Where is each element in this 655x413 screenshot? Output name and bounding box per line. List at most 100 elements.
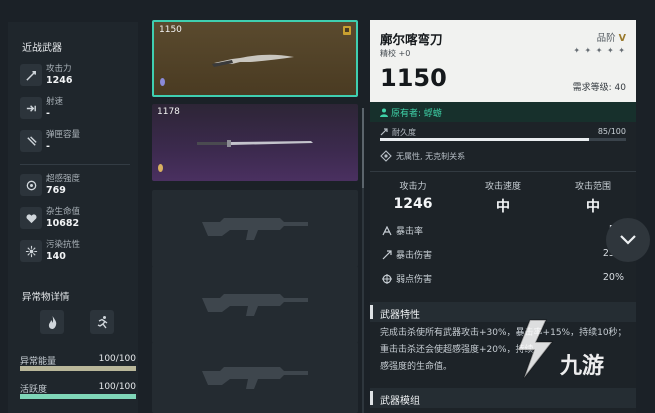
sub-stat-weakpoint-damage: 弱点伤害 20% xyxy=(370,268,636,290)
section-title: 武器特性 xyxy=(380,310,420,321)
element-text: 无属性, 无克制关系 xyxy=(396,152,466,161)
stat-label: 弹匣容量 xyxy=(46,130,81,140)
element-info: 无属性, 无克制关系 xyxy=(380,150,465,166)
weapon-power: 1150 xyxy=(159,25,182,35)
stat-label: 杂生命值 xyxy=(46,207,81,217)
required-level: 需求等级: 40 xyxy=(572,83,626,93)
stat-pollution: 污染抗性 140 xyxy=(20,238,138,266)
original-owner-bar: 原有者: 蜉蝣 xyxy=(370,102,636,122)
stat-label: 污染抗性 xyxy=(46,240,81,250)
traits-description-tail: 感强度的生命值。 xyxy=(380,362,453,372)
refine-level: 精校 +0 xyxy=(380,49,411,58)
heart-icon xyxy=(20,207,42,229)
weapon-power: 1178 xyxy=(157,107,180,117)
quality-grade: 品阶 V xyxy=(597,30,626,44)
person-icon xyxy=(380,108,388,117)
section-marker xyxy=(370,391,373,405)
fire-rate-icon xyxy=(20,97,42,119)
weapon-list: 1150 1178 xyxy=(152,20,358,413)
divider xyxy=(370,171,636,172)
section-title: 武器模组 xyxy=(380,396,420,407)
flame-icon[interactable] xyxy=(40,310,64,334)
stat-attack: 攻击力 1246 xyxy=(20,62,138,90)
stat-value: 10682 xyxy=(46,218,80,229)
divider xyxy=(20,164,130,165)
crit-damage-icon xyxy=(382,250,392,260)
main-stat-label: 攻击速度 xyxy=(484,182,521,192)
running-figure-icon[interactable] xyxy=(90,310,114,334)
element-icon xyxy=(380,150,392,162)
sub-stat-crit-rate: 暴击率 5% xyxy=(370,220,636,242)
sense-icon xyxy=(20,174,42,196)
weapon-card-locked[interactable] xyxy=(152,266,358,343)
rifle-silhouette-image xyxy=(202,217,308,240)
attack-icon xyxy=(20,64,42,86)
watermark-text: 九游 xyxy=(560,354,605,379)
durability-fill xyxy=(380,138,590,141)
stat-value: 1246 xyxy=(46,75,73,86)
stat-label: 超感强度 xyxy=(46,174,81,184)
weapon-stats-panel: 近战武器 攻击力 1246 射速 - 弹匣容量 - 超感强度 769 杂生命值 … xyxy=(8,22,138,413)
weakpoint-icon xyxy=(382,274,392,284)
stat-label: 射速 xyxy=(46,97,64,107)
rifle-silhouette-image xyxy=(202,293,308,316)
katana-image xyxy=(197,139,313,147)
weapon-name: 廓尔喀弯刀 xyxy=(380,32,443,47)
original-owner: 原有者: 蜉蝣 xyxy=(380,106,442,119)
bar-track xyxy=(20,394,136,399)
durability-bar xyxy=(380,138,626,141)
stat-value: - xyxy=(46,141,50,152)
weapon-list-scrollbar[interactable] xyxy=(362,108,364,413)
main-stat-value: 中 xyxy=(586,199,600,215)
gem-icon xyxy=(158,164,163,172)
chevron-down-icon xyxy=(620,235,636,245)
sub-stat-label: 暴击率 xyxy=(396,227,424,237)
main-stat-value: 1246 xyxy=(393,196,433,212)
main-stat-attack-range: 攻击范围 中 xyxy=(553,179,633,216)
stat-fire-rate: 射速 - xyxy=(20,95,138,123)
bar-track xyxy=(20,366,136,371)
weapon-mods-header: 武器模组 xyxy=(370,388,636,408)
main-stat-label: 攻击范围 xyxy=(574,182,611,192)
star-rating: ✦ ✦ ✦ ✦ ✦ xyxy=(573,46,626,55)
sub-stat-crit-damage: 暴击伤害 25% xyxy=(370,244,636,266)
stat-value: - xyxy=(46,108,50,119)
durability-icon xyxy=(380,128,388,136)
weapon-category-title: 近战武器 xyxy=(22,43,62,54)
weapon-detail-header: 廓尔喀弯刀 精校 +0 品阶 V ✦ ✦ ✦ ✦ ✦ 1150 需求等级: 40 xyxy=(370,20,636,102)
bar-value: 100/100 xyxy=(98,382,136,392)
sub-stat-label: 弱点伤害 xyxy=(396,275,433,285)
bar-value: 100/100 xyxy=(98,354,136,364)
stat-health: 杂生命值 10682 xyxy=(20,205,138,233)
quality-label: 品阶 xyxy=(596,33,616,44)
durability-label: 耐久度 xyxy=(392,128,416,137)
weapon-power-value: 1150 xyxy=(380,64,447,92)
owner-label: 原有者: xyxy=(391,109,422,119)
pollution-icon xyxy=(20,240,42,262)
weapon-card[interactable]: 1178 xyxy=(152,104,358,181)
bar-fill xyxy=(20,394,136,399)
quality-value: V xyxy=(618,33,626,44)
machete-image xyxy=(212,54,294,67)
stat-magazine: 弹匣容量 - xyxy=(20,128,138,156)
weapon-card-selected[interactable]: 1150 xyxy=(152,20,358,97)
crit-rate-icon xyxy=(382,226,392,236)
weapon-card-locked[interactable] xyxy=(152,342,358,413)
stat-value: 140 xyxy=(46,251,66,262)
main-stat-attack-speed: 攻击速度 中 xyxy=(463,179,543,216)
rifle-silhouette-image xyxy=(202,366,308,389)
scrollbar-thumb[interactable] xyxy=(362,108,364,188)
lock-icon[interactable] xyxy=(343,26,351,35)
anomaly-details-title: 异常物详情 xyxy=(22,292,70,303)
main-stat-value: 中 xyxy=(496,199,510,215)
stat-label: 攻击力 xyxy=(46,64,72,74)
durability-value: 85/100 xyxy=(597,127,626,136)
magazine-icon xyxy=(20,130,42,152)
sub-stat-label: 暴击伤害 xyxy=(396,251,433,261)
bar-fill xyxy=(20,366,136,371)
expand-button[interactable] xyxy=(606,218,650,262)
weapon-card-locked[interactable] xyxy=(152,190,358,267)
owner-name: 蜉蝣 xyxy=(423,109,442,119)
stat-sense: 超感强度 769 xyxy=(20,172,138,200)
section-marker xyxy=(370,305,373,319)
